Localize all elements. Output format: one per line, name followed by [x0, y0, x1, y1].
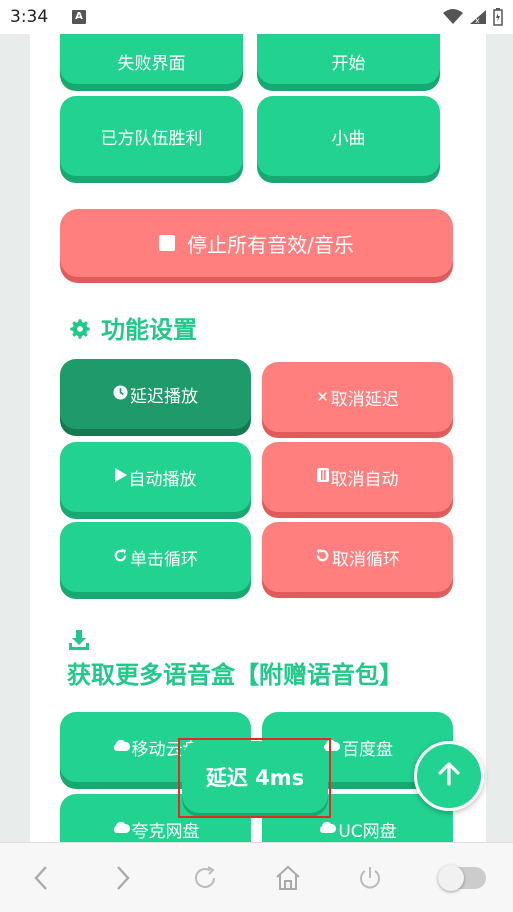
toggle-track: [437, 864, 486, 891]
chevron-left-icon: [34, 865, 47, 890]
undo-icon: [315, 548, 330, 567]
stop-all-button[interactable]: 停止所有音效/音乐: [60, 209, 453, 277]
delay-play-label: 延迟播放: [130, 386, 198, 407]
download-icon: [67, 624, 95, 658]
download-heading: 获取更多语音盒【附赠语音包】: [67, 624, 427, 692]
play-icon: [114, 468, 127, 486]
signal-icon: x: [470, 10, 486, 25]
sound-button-start[interactable]: 开始: [257, 34, 440, 84]
status-bar: 3:34 A x: [0, 0, 513, 34]
delay-play-button[interactable]: 延迟播放: [60, 359, 251, 429]
cloud-icon: [112, 738, 130, 756]
arrow-up-icon: [436, 761, 462, 791]
sound-button-team-victory[interactable]: 已方队伍胜利: [60, 96, 243, 176]
status-icons: x: [443, 8, 503, 26]
single-loop-label: 单击循环: [130, 549, 198, 570]
power-icon: [359, 866, 380, 888]
delay-toast[interactable]: 延迟 4ms: [182, 741, 328, 813]
sound-button-fail-screen[interactable]: 失败界面: [60, 34, 243, 84]
baidu-pan-label: 百度盘: [342, 739, 393, 760]
status-time: 3:34: [10, 7, 49, 27]
sound-button-tune[interactable]: 小曲: [257, 96, 440, 176]
browser-nav-bar: [0, 842, 513, 912]
sound-button-label: 开始: [331, 53, 366, 74]
cancel-loop-button[interactable]: 取消循环: [262, 522, 453, 592]
delay-toast-text: 延迟 4ms: [205, 766, 305, 790]
pause-icon: [316, 468, 329, 486]
cancel-delay-label: 取消延迟: [330, 389, 399, 410]
reload-button[interactable]: [185, 858, 225, 898]
home-icon: [275, 865, 300, 890]
svg-text:x: x: [475, 16, 480, 25]
auto-play-button[interactable]: 自动播放: [60, 442, 251, 512]
back-button[interactable]: [21, 858, 61, 898]
cancel-delay-button[interactable]: ✕ 取消延迟: [262, 362, 453, 432]
redo-icon: [113, 548, 128, 567]
notification-a-icon: A: [72, 10, 86, 24]
clock-icon: [113, 384, 128, 404]
sound-button-label: 失败界面: [117, 53, 186, 74]
toggle-knob: [437, 864, 464, 891]
home-button[interactable]: [268, 858, 308, 898]
cloud-icon: [318, 820, 337, 838]
dark-mode-toggle[interactable]: [432, 858, 492, 898]
scroll-top-button[interactable]: [414, 741, 484, 811]
uc-pan-label: UC网盘: [338, 821, 397, 842]
cancel-auto-label: 取消自动: [330, 469, 399, 490]
settings-heading: 功能设置: [67, 313, 197, 347]
battery-icon: [493, 8, 503, 26]
wifi-icon: [443, 9, 463, 24]
cancel-auto-button[interactable]: 取消自动: [262, 442, 453, 512]
stop-icon: [159, 235, 176, 251]
cancel-loop-label: 取消循环: [332, 549, 400, 570]
gear-icon: [67, 313, 95, 347]
sound-button-label: 已方队伍胜利: [100, 128, 203, 149]
cloud-icon: [112, 820, 130, 838]
settings-heading-text: 功能设置: [101, 316, 197, 344]
chevron-right-icon: [117, 865, 130, 890]
power-button[interactable]: [350, 858, 390, 898]
sound-button-label: 小曲: [331, 128, 366, 149]
stop-all-label: 停止所有音效/音乐: [187, 232, 354, 257]
download-heading-text: 获取更多语音盒【附赠语音包】: [67, 661, 403, 689]
forward-button[interactable]: [103, 858, 143, 898]
main-panel: 失败界面 开始 已方队伍胜利 小曲 停止所有音效/音乐 功能设置 延迟播放 ✕ …: [30, 34, 486, 842]
auto-play-label: 自动播放: [128, 469, 197, 490]
close-icon: ✕: [316, 388, 329, 406]
reload-icon: [195, 865, 216, 888]
quark-pan-label: 夸克网盘: [131, 821, 200, 842]
single-loop-button[interactable]: 单击循环: [60, 522, 251, 592]
